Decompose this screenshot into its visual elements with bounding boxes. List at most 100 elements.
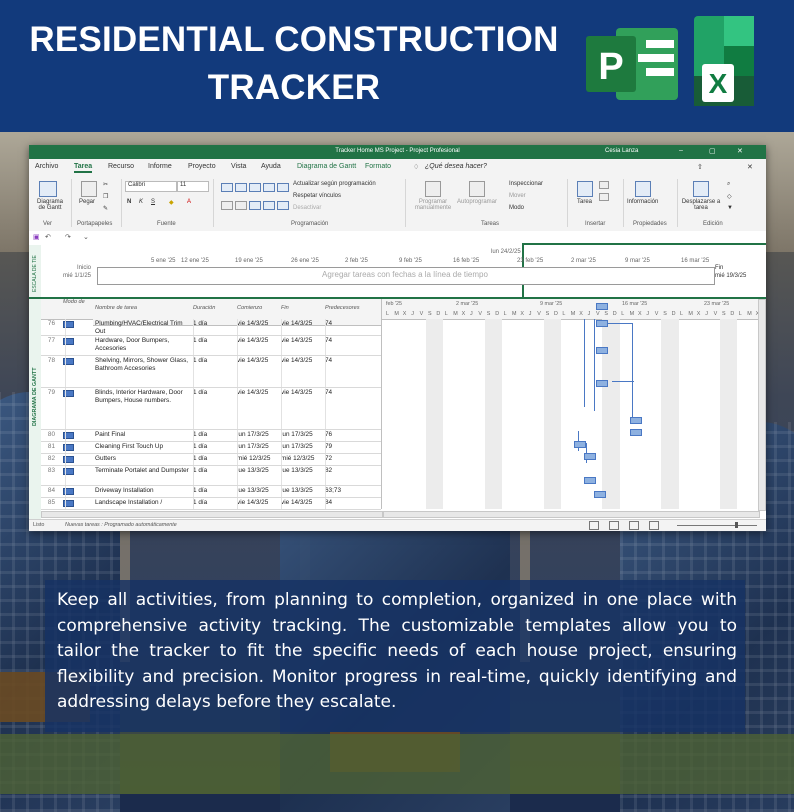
font-name-select[interactable]: Calibri bbox=[125, 181, 177, 192]
resource-sheet-icon[interactable] bbox=[649, 521, 659, 530]
underline-icon[interactable]: S bbox=[151, 199, 155, 205]
task-duration-cell[interactable]: 1 día bbox=[193, 357, 233, 387]
insert-task-icon[interactable] bbox=[577, 181, 593, 197]
format-painter-icon[interactable]: ✎ bbox=[103, 205, 108, 212]
table-row[interactable]: 81 Cleaning First Touch Up 1 día lun 17/3/2… bbox=[41, 442, 381, 454]
task-id-cell[interactable]: 79 bbox=[41, 389, 55, 429]
highlight-icon[interactable]: ◆ bbox=[169, 199, 174, 206]
tab-recurso[interactable]: Recurso bbox=[108, 163, 134, 170]
informacion-button[interactable]: Información bbox=[627, 199, 658, 205]
task-name-cell[interactable]: Plumbing/HVAC/Electrical Trim Out bbox=[95, 320, 189, 335]
link-tasks-icon[interactable] bbox=[249, 201, 261, 210]
task-id-cell[interactable]: 77 bbox=[41, 337, 55, 355]
font-color-icon[interactable]: A bbox=[187, 199, 191, 205]
undo-icon[interactable]: ↶ bbox=[45, 233, 51, 241]
auto-schedule-icon[interactable] bbox=[469, 181, 485, 197]
task-predecessors-cell[interactable]: 74 bbox=[325, 389, 379, 429]
task-id-cell[interactable]: 85 bbox=[41, 499, 55, 509]
paste-icon[interactable] bbox=[81, 181, 97, 197]
table-row[interactable]: 78 Shelving, Mirrors, Shower Glass, Bathr… bbox=[41, 356, 381, 388]
task-bar[interactable] bbox=[630, 417, 642, 424]
task-name-cell[interactable]: Cleaning First Touch Up bbox=[95, 443, 189, 453]
task-bar[interactable] bbox=[596, 320, 608, 327]
task-predecessors-cell[interactable]: 74 bbox=[325, 337, 379, 355]
table-horizontal-scrollbar[interactable] bbox=[41, 511, 383, 518]
unlink-tasks-icon[interactable] bbox=[263, 201, 275, 210]
task-predecessors-cell[interactable]: 74 bbox=[325, 320, 379, 335]
autoprogramar-button[interactable]: Autoprogramar bbox=[457, 199, 497, 205]
zoom-slider[interactable] bbox=[677, 525, 757, 526]
table-row[interactable]: 79 Blinds, Interior Hardware, Door Bumper… bbox=[41, 388, 381, 430]
task-end-cell[interactable]: vie 14/3/25 bbox=[281, 499, 323, 509]
task-bar[interactable] bbox=[574, 441, 586, 448]
customize-qat-icon[interactable]: ⌄ bbox=[83, 233, 89, 241]
task-start-cell[interactable]: jue 13/3/25 bbox=[237, 487, 279, 497]
header-mode[interactable]: Modo de bbox=[61, 299, 94, 320]
task-end-cell[interactable]: jue 13/3/25 bbox=[281, 487, 323, 497]
task-end-cell[interactable]: lun 17/3/25 bbox=[281, 431, 323, 441]
table-row[interactable]: 85 Landscape Installation / 1 día vie 14/3/… bbox=[41, 498, 381, 510]
desactivar-button[interactable]: Desactivar bbox=[293, 205, 321, 211]
task-end-cell[interactable]: lun 17/3/25 bbox=[281, 443, 323, 453]
task-start-cell[interactable]: vie 14/3/25 bbox=[237, 389, 279, 429]
task-predecessors-cell[interactable]: 84 bbox=[325, 499, 379, 509]
task-bar[interactable] bbox=[596, 347, 608, 354]
fill-icon[interactable]: ▼ bbox=[727, 205, 733, 211]
task-start-cell[interactable]: vie 14/3/25 bbox=[237, 320, 279, 335]
programar-manualmente-button[interactable]: Programar manualmente bbox=[409, 199, 457, 211]
tab-ayuda[interactable]: Ayuda bbox=[261, 163, 281, 170]
indent-icon[interactable] bbox=[235, 201, 247, 210]
tarea-button[interactable]: Tarea bbox=[577, 199, 592, 205]
outdent-icon[interactable] bbox=[221, 201, 233, 210]
task-name-cell[interactable]: Shelving, Mirrors, Shower Glass, Bathroo… bbox=[95, 357, 189, 387]
team-planner-icon[interactable] bbox=[629, 521, 639, 530]
task-name-cell[interactable]: Gutters bbox=[95, 455, 189, 465]
mover-button[interactable]: Mover bbox=[509, 193, 526, 199]
gantt-horizontal-scrollbar[interactable] bbox=[383, 511, 760, 518]
clear-icon[interactable]: ◇ bbox=[727, 193, 732, 200]
pin-icon[interactable] bbox=[425, 181, 441, 197]
task-end-cell[interactable]: vie 14/3/25 bbox=[281, 357, 323, 387]
save-icon[interactable]: ▣ bbox=[33, 233, 40, 241]
tab-vista[interactable]: Vista bbox=[231, 163, 246, 170]
tab-informe[interactable]: Informe bbox=[148, 163, 172, 170]
zoom-slider-thumb[interactable] bbox=[735, 522, 738, 528]
pegar-button[interactable]: Pegar bbox=[79, 199, 95, 205]
task-start-cell[interactable]: lun 17/3/25 bbox=[237, 431, 279, 441]
redo-icon[interactable]: ↷ bbox=[65, 233, 71, 241]
gantt-vertical-scrollbar[interactable] bbox=[758, 299, 766, 511]
task-start-cell[interactable]: vie 14/3/25 bbox=[237, 337, 279, 355]
task-duration-cell[interactable]: 1 día bbox=[193, 455, 233, 465]
task-id-cell[interactable]: 80 bbox=[41, 431, 55, 441]
tab-formato[interactable]: Formato bbox=[365, 163, 391, 170]
task-name-cell[interactable]: Terminate Portalet and Dumpster bbox=[95, 467, 189, 485]
task-start-cell[interactable]: vie 14/3/25 bbox=[237, 499, 279, 509]
task-predecessors-cell[interactable]: 79 bbox=[325, 443, 379, 453]
status-new-tasks[interactable]: Nuevas tareas : Programado automáticamen… bbox=[65, 522, 177, 528]
task-id-cell[interactable]: 82 bbox=[41, 455, 55, 465]
progress-100-icon[interactable] bbox=[277, 183, 289, 192]
split-task-icon[interactable] bbox=[277, 201, 289, 210]
task-bar[interactable] bbox=[584, 477, 596, 484]
task-name-cell[interactable]: Paint Final bbox=[95, 431, 189, 441]
table-row[interactable]: 77 Hardware, Door Bumpers, Accesories 1 dí… bbox=[41, 336, 381, 356]
task-bar[interactable] bbox=[596, 303, 608, 310]
maximize-icon[interactable]: ▢ bbox=[709, 147, 716, 155]
task-id-cell[interactable]: 81 bbox=[41, 443, 55, 453]
table-row[interactable]: 84 Driveway Installation 1 día jue 13/3/25 j… bbox=[41, 486, 381, 498]
task-duration-cell[interactable]: 1 día bbox=[193, 443, 233, 453]
task-predecessors-cell[interactable]: 82 bbox=[325, 467, 379, 485]
milestone-icon[interactable] bbox=[599, 193, 609, 201]
table-row[interactable]: 82 Gutters 1 día mié 12/3/25 mié 12/3/25 72 bbox=[41, 454, 381, 466]
task-predecessors-cell[interactable]: 76 bbox=[325, 431, 379, 441]
find-icon[interactable]: ⌕ bbox=[727, 181, 730, 188]
diagrama-gantt-button[interactable]: Diagrama de Gantt bbox=[33, 199, 67, 211]
task-start-cell[interactable]: lun 17/3/25 bbox=[237, 443, 279, 453]
task-start-cell[interactable]: mié 12/3/25 bbox=[237, 455, 279, 465]
task-name-cell[interactable]: Landscape Installation / bbox=[95, 499, 189, 509]
task-start-cell[interactable]: vie 14/3/25 bbox=[237, 357, 279, 387]
task-predecessors-cell[interactable]: 74 bbox=[325, 357, 379, 387]
minimize-icon[interactable]: – bbox=[679, 147, 683, 154]
search-hint[interactable]: ¿Qué desea hacer? bbox=[425, 163, 487, 170]
share-icon[interactable]: ⇧ bbox=[697, 163, 703, 171]
